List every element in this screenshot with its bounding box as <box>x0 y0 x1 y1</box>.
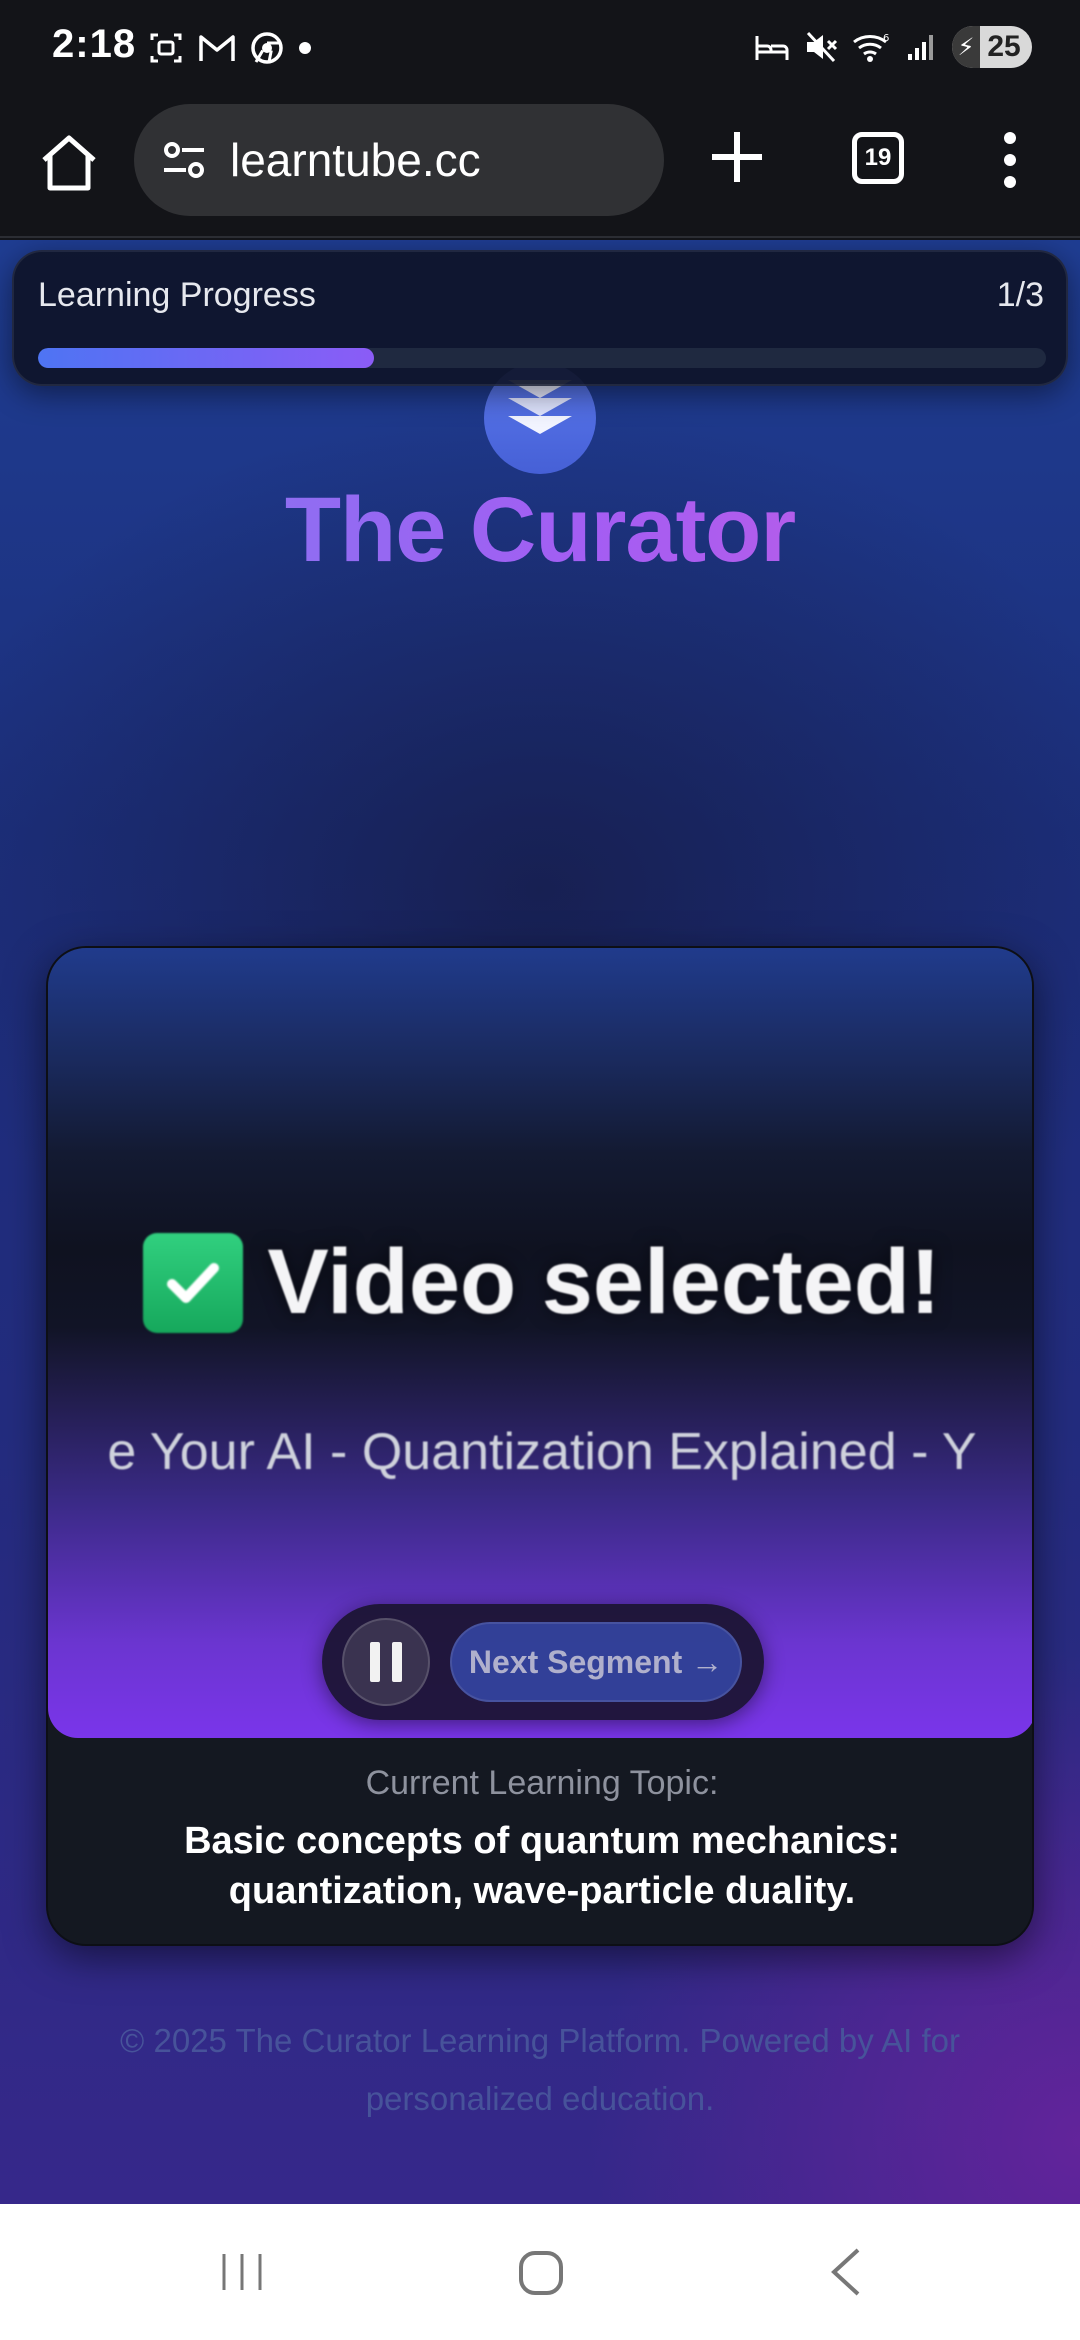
new-tab-icon[interactable] <box>706 126 768 188</box>
screen: 2:18 6 ⚡ 25 learntube.cc 19 Learning Pro… <box>0 0 1080 2340</box>
pause-icon-bar-left <box>370 1642 380 1682</box>
browser-toolbar: learntube.cc 19 <box>0 100 1080 238</box>
video-selected-message: Video selected! <box>48 1230 1032 1335</box>
progress-track <box>38 348 1046 368</box>
status-bar: 2:18 6 ⚡ 25 <box>0 0 1080 100</box>
screenshot-icon <box>150 33 182 63</box>
playback-controls: Next Segment → <box>322 1604 764 1720</box>
system-nav-bar <box>0 2204 1080 2340</box>
status-time: 2:18 <box>52 22 137 66</box>
check-mark-icon <box>143 1232 244 1333</box>
status-left-icons <box>148 30 312 66</box>
charging-bolt-icon: ⚡ <box>952 26 980 68</box>
mute-icon <box>806 31 838 63</box>
signal-icon <box>908 35 933 60</box>
status-right-icons: 6 ⚡ 25 <box>754 26 1032 68</box>
more-menu-icon[interactable] <box>996 130 1024 190</box>
topic-label: Current Learning Topic: <box>365 1764 719 1802</box>
progress-count: 1/3 <box>996 276 1044 314</box>
wifi-icon: 6 <box>853 33 889 62</box>
topic-text: Basic concepts of quantum mechanics: qua… <box>184 1820 900 1912</box>
home-icon[interactable] <box>36 130 102 196</box>
url-text: learntube.cc <box>230 134 481 186</box>
video-card: Video selected! e Your AI - Quantization… <box>46 946 1034 1946</box>
battery-level: 25 <box>987 30 1021 63</box>
dot-icon <box>299 42 311 54</box>
video-title-text: e Your AI - Quantization Explained - Y <box>107 1423 977 1481</box>
next-segment-button[interactable]: Next Segment → <box>450 1622 742 1702</box>
video-title-marquee: e Your AI - Quantization Explained - Y <box>48 1422 1032 1482</box>
battery-icon: ⚡ 25 <box>952 26 1032 68</box>
address-bar[interactable]: learntube.cc <box>134 104 664 216</box>
recent-apps-icon[interactable] <box>218 2248 266 2296</box>
brand-title: The Curator <box>0 478 1080 583</box>
home-nav-icon[interactable] <box>516 2248 566 2298</box>
gmail-icon <box>199 35 235 61</box>
pause-button[interactable] <box>342 1618 430 1706</box>
tab-switcher-button[interactable]: 19 <box>852 132 904 184</box>
chrome-icon <box>251 32 283 64</box>
web-page: Learning Progress 1/3 The Curator Video … <box>0 240 1080 2204</box>
pause-icon-bar-right <box>392 1642 402 1682</box>
learning-progress-card: Learning Progress 1/3 <box>12 250 1068 386</box>
back-icon[interactable] <box>826 2246 866 2298</box>
video-player[interactable]: Video selected! e Your AI - Quantization… <box>48 948 1032 1738</box>
video-selected-text: Video selected! <box>267 1231 941 1333</box>
tab-count: 19 <box>864 144 892 171</box>
current-topic-section: Current Learning Topic: Basic concepts o… <box>48 1738 1032 1944</box>
site-settings-icon[interactable] <box>156 132 212 188</box>
footer-text: © 2025 The Curator Learning Platform. Po… <box>120 2022 960 2117</box>
progress-label: Learning Progress <box>38 276 316 314</box>
sleep-icon <box>755 36 789 60</box>
progress-fill <box>38 348 374 368</box>
svg-text:6: 6 <box>883 33 889 44</box>
